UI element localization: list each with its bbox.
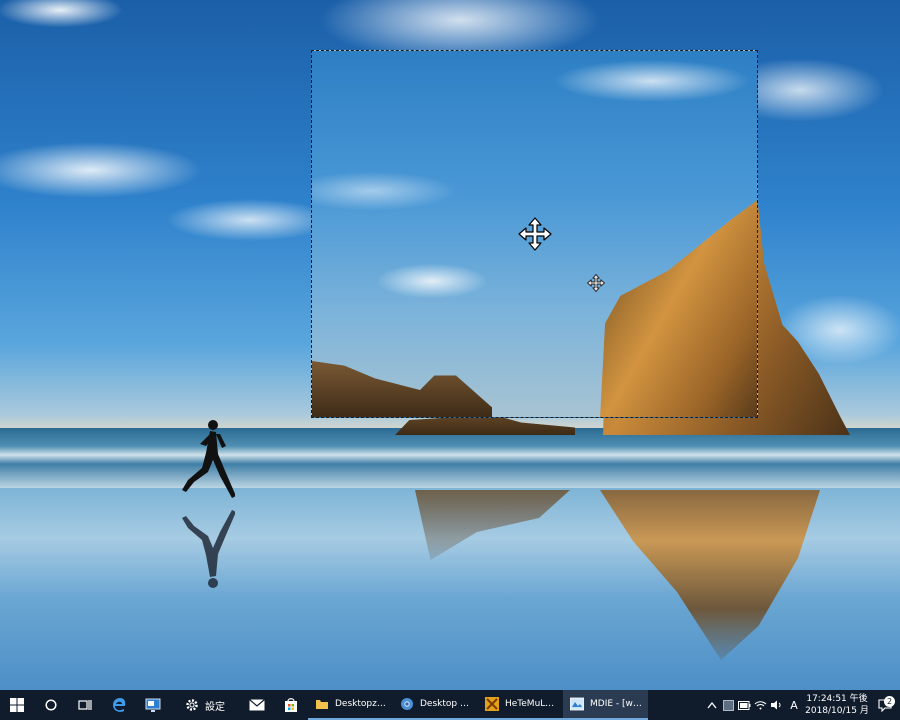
runner-reflection — [182, 510, 235, 588]
taskbar-app-mdie[interactable]: MDIE - [wallp... — [563, 690, 648, 720]
speaker-icon — [771, 700, 781, 710]
edge-button[interactable] — [102, 690, 136, 720]
mdie-icon — [569, 696, 585, 712]
battery-icon — [737, 700, 750, 710]
chevron-up-icon — [707, 701, 717, 709]
task-view-button[interactable] — [68, 690, 102, 720]
chrome-icon — [399, 696, 415, 712]
notification-count-badge: 2 — [884, 695, 895, 707]
wifi-icon — [754, 701, 766, 710]
clock-button[interactable]: 17:24:51 午後 2018/10/15 月 — [804, 693, 870, 717]
settings-button[interactable]: 設定 — [170, 690, 240, 720]
tray-app-button[interactable] — [720, 690, 736, 720]
store-button[interactable] — [274, 690, 308, 720]
network-button[interactable] — [752, 690, 768, 720]
taskbar-app-label: HeTeMuLu Cr... — [505, 699, 557, 709]
taskbar: 設定 Desktopzoom... Desktop Appli... — [0, 690, 900, 720]
taskbar-app-label: Desktopzoom... — [335, 699, 387, 709]
settings-label: 設定 — [205, 701, 225, 713]
screen-app-button[interactable] — [136, 690, 170, 720]
taskbar-app-desktop-appli[interactable]: Desktop Appli... — [393, 690, 478, 720]
start-button[interactable] — [0, 690, 34, 720]
taskbar-app-desktopzoom[interactable]: Desktopzoom... — [308, 690, 393, 720]
cortana-circle-icon — [45, 699, 57, 711]
volume-button[interactable] — [768, 690, 784, 720]
monitor-app-icon — [145, 698, 161, 712]
tray-app-icon — [722, 699, 734, 711]
task-view-icon — [78, 700, 92, 710]
mail-button[interactable] — [240, 690, 274, 720]
ime-mode-button[interactable]: A — [784, 690, 804, 720]
edge-icon — [113, 698, 126, 712]
hetemulu-icon — [484, 696, 500, 712]
taskbar-app-label: Desktop Appli... — [420, 699, 472, 709]
taskbar-app-hetemulu[interactable]: HeTeMuLu Cr... — [478, 690, 563, 720]
system-tray: A 17:24:51 午後 2018/10/15 月 2 — [704, 690, 900, 720]
ime-mode-label: A — [790, 698, 798, 712]
small-move-cursor-icon — [587, 274, 605, 292]
mail-icon — [249, 699, 265, 711]
runner-silhouette — [182, 420, 235, 498]
battery-button[interactable] — [736, 690, 752, 720]
store-bag-icon — [285, 698, 297, 712]
clock-date: 2018/10/15 月 — [805, 706, 869, 716]
windows-logo-icon — [10, 698, 24, 712]
zoomed-small-rock — [312, 361, 492, 417]
move-cursor-icon — [518, 217, 552, 251]
clock-time: 17:24:51 午後 — [806, 694, 868, 704]
wallpaper-sea — [0, 428, 900, 488]
action-center-button[interactable]: 2 — [870, 695, 900, 712]
show-hidden-icons-button[interactable] — [704, 690, 720, 720]
cortana-button[interactable] — [34, 690, 68, 720]
gear-icon — [186, 699, 198, 711]
taskbar-app-label: MDIE - [wallp... — [590, 699, 642, 709]
zoomed-large-rock — [600, 191, 757, 417]
folder-icon — [314, 696, 330, 712]
